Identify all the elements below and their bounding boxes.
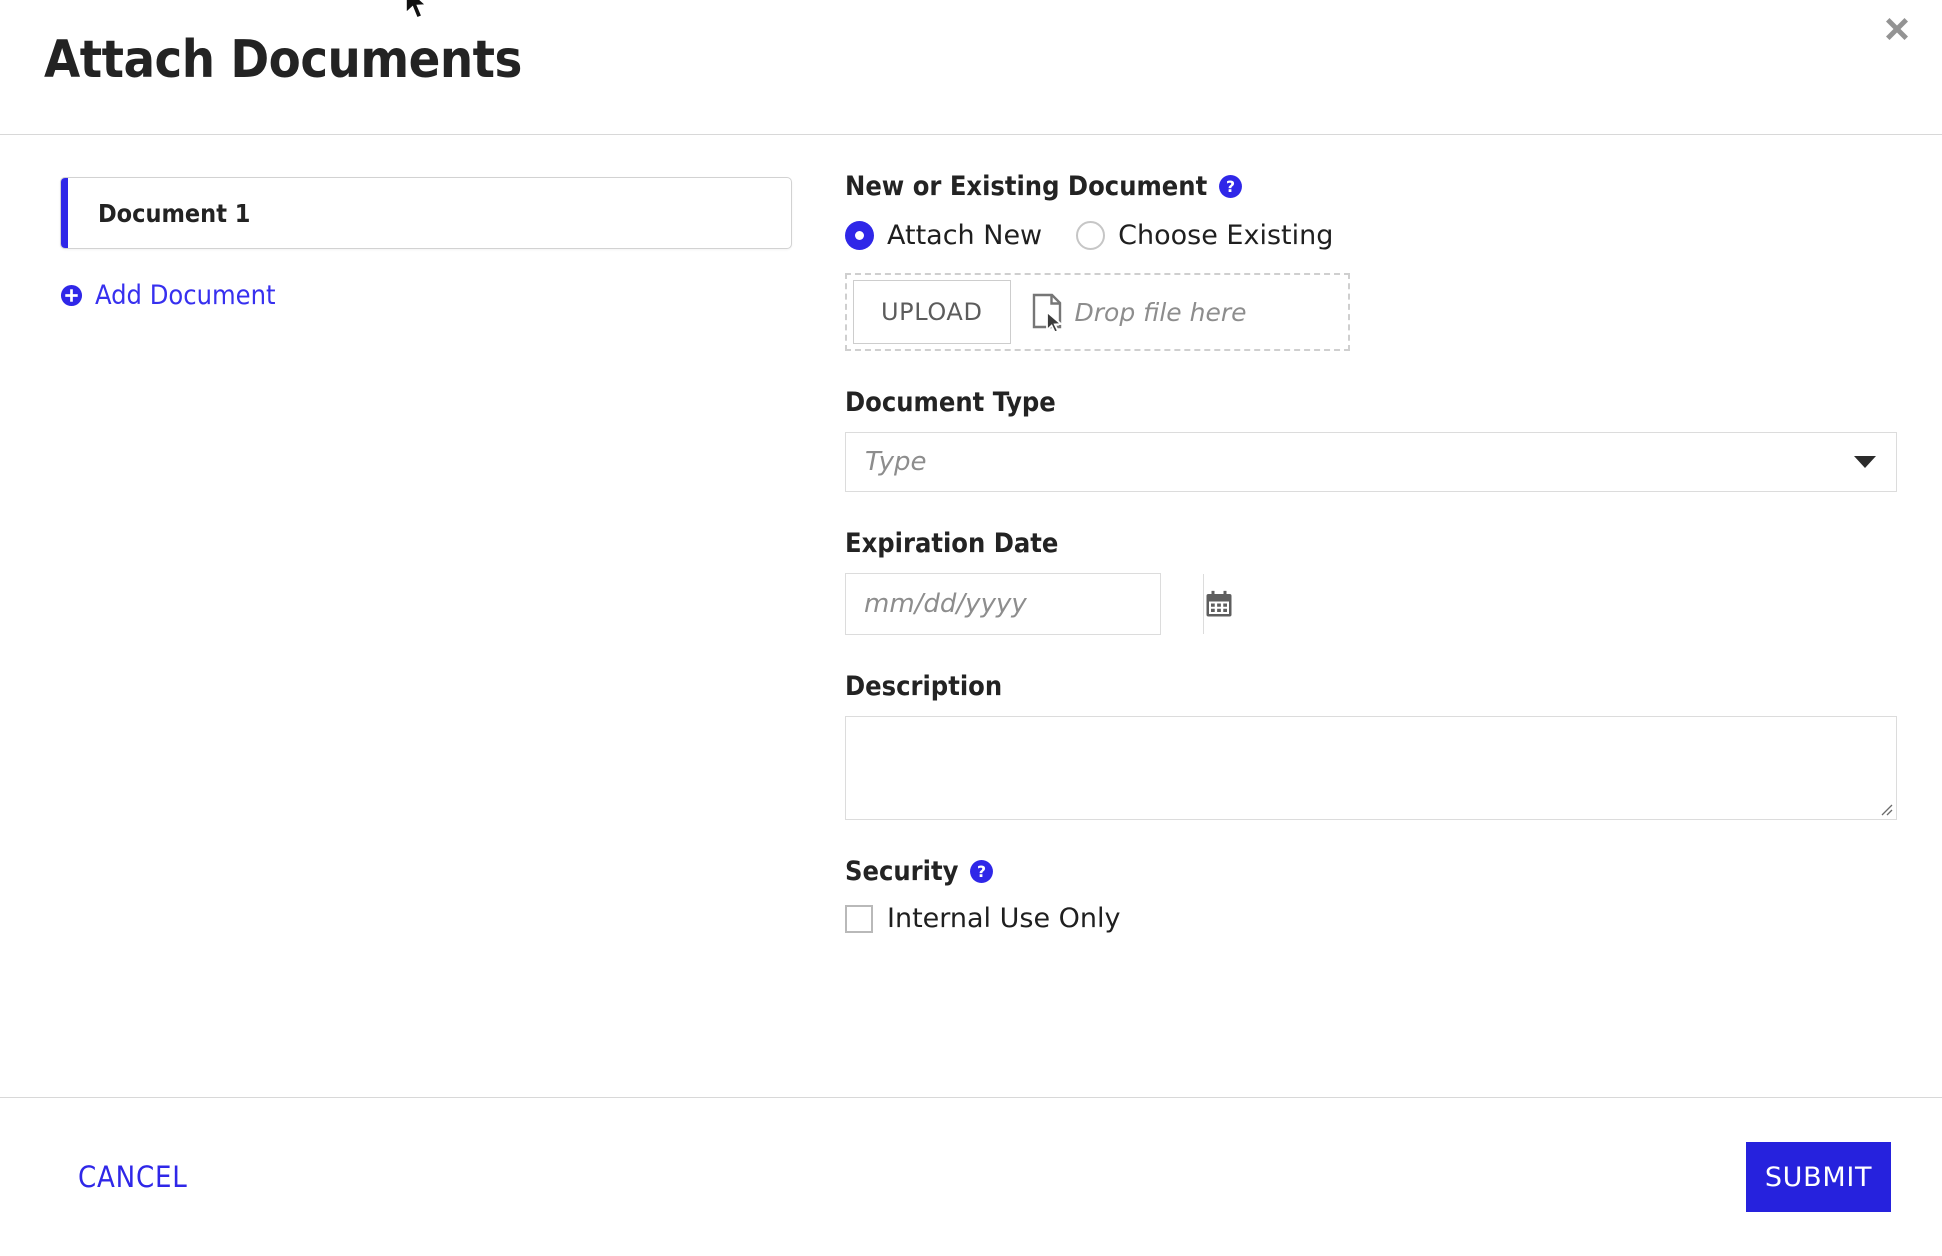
calendar-button[interactable] — [1203, 574, 1234, 634]
cancel-button[interactable]: CANCEL — [68, 1152, 198, 1202]
radio-label-attach-new: Attach New — [887, 220, 1043, 251]
upload-button[interactable]: UPLOAD — [853, 280, 1011, 344]
submit-button[interactable]: SUBMIT — [1746, 1142, 1891, 1212]
file-drop-icon — [1032, 293, 1063, 331]
checkbox-indicator — [845, 904, 873, 933]
radio-option-attach-new[interactable]: Attach New — [845, 220, 1042, 251]
security-label: Security ? — [845, 856, 1892, 887]
dialog-header: Attach Documents — [0, 0, 1942, 135]
description-textarea[interactable] — [846, 717, 1896, 819]
drop-hint: Drop file here — [1031, 293, 1247, 331]
selected-accent-bar — [61, 178, 68, 248]
mouse-cursor-icon — [405, 0, 428, 20]
attach-documents-dialog: Attach Documents Document 1 Add Document… — [0, 0, 1942, 1256]
expiration-date-input[interactable] — [846, 574, 1203, 634]
new-or-existing-label: New or Existing Document ? — [845, 171, 1892, 202]
radio-label-choose-existing: Choose Existing — [1118, 220, 1334, 251]
chevron-down-icon — [1854, 456, 1876, 468]
svg-text:?: ? — [977, 863, 986, 881]
dialog-footer: CANCEL SUBMIT — [0, 1098, 1942, 1256]
document-type-value: Type — [865, 447, 927, 477]
svg-text:?: ? — [1226, 178, 1235, 196]
radio-indicator-unselected — [1076, 221, 1106, 250]
new-or-existing-label-text: New or Existing Document — [845, 171, 1208, 202]
add-document-button[interactable]: Add Document — [60, 280, 276, 311]
plus-circle-icon — [60, 284, 83, 307]
drop-hint-text: Drop file here — [1074, 297, 1247, 327]
internal-use-only-label: Internal Use Only — [887, 903, 1121, 934]
help-icon[interactable]: ? — [969, 859, 994, 884]
document-list-pane: Document 1 Add Document — [0, 135, 800, 311]
dialog-body: Document 1 Add Document New or Existing … — [0, 135, 1942, 1098]
radio-indicator-selected — [845, 221, 874, 250]
internal-use-only-checkbox[interactable]: Internal Use Only — [845, 903, 1892, 934]
new-or-existing-radio-group: Attach New Choose Existing — [845, 220, 1892, 251]
radio-option-choose-existing[interactable]: Choose Existing — [1076, 220, 1333, 251]
description-label-text: Description — [845, 671, 1003, 702]
description-field — [845, 716, 1897, 820]
document-type-select[interactable]: Type — [845, 432, 1897, 492]
description-label: Description — [845, 671, 1892, 702]
close-x-glyph — [1886, 18, 1908, 40]
expiration-date-field — [845, 573, 1234, 635]
security-label-text: Security — [845, 856, 959, 887]
expiration-date-label: Expiration Date — [845, 528, 1892, 559]
calendar-icon — [1206, 590, 1232, 617]
help-icon[interactable]: ? — [1218, 174, 1243, 199]
document-type-label-text: Document Type — [845, 387, 1056, 418]
file-dropzone[interactable]: UPLOAD Drop file here — [845, 273, 1350, 351]
document-form-pane: New or Existing Document ? Attach New Ch… — [845, 135, 1942, 934]
document-type-label: Document Type — [845, 387, 1892, 418]
expiration-date-label-text: Expiration Date — [845, 528, 1059, 559]
page-title: Attach Documents — [44, 30, 522, 90]
close-icon[interactable] — [1874, 6, 1920, 52]
document-card[interactable]: Document 1 — [60, 177, 792, 249]
add-document-label: Add Document — [95, 280, 276, 311]
document-card-label: Document 1 — [98, 198, 251, 228]
